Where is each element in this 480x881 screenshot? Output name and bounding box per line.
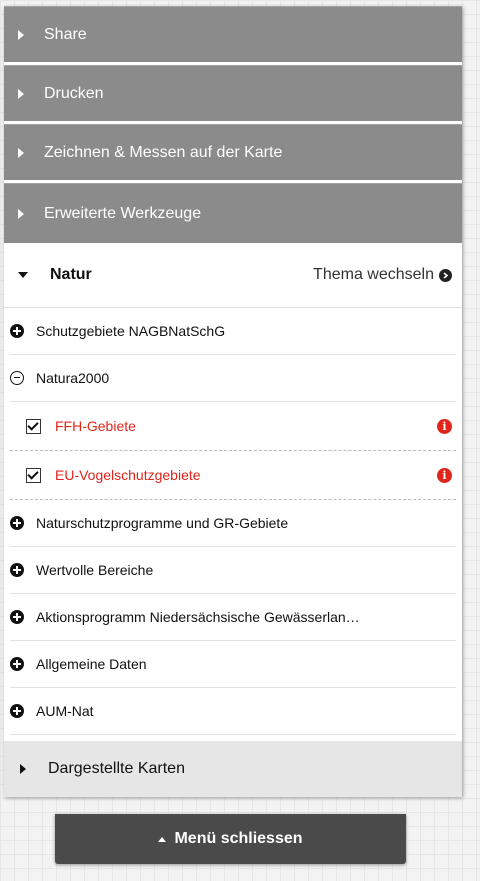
layer-group-aktionsprogramm[interactable]: Aktionsprogramm Niedersächsische Gewässe…	[10, 594, 456, 641]
layer-group-label: Schutzgebiete NAGBNatSchG	[36, 323, 226, 339]
layer-item-label: FFH-Gebiete	[55, 418, 136, 434]
layer-group-label: Allgemeine Daten	[36, 656, 147, 672]
layer-group-schutzgebiete[interactable]: Schutzgebiete NAGBNatSchG	[10, 308, 456, 355]
layer-group-label: AUM-Nat	[36, 703, 94, 719]
caret-right-icon	[20, 764, 26, 774]
menu-close-label: Menü schliessen	[174, 830, 303, 847]
plus-circle-icon[interactable]	[10, 516, 24, 530]
minus-circle-icon[interactable]	[10, 371, 24, 385]
layer-group-aum-nat[interactable]: AUM-Nat	[10, 688, 456, 735]
menu-panel: Share Drucken Zeichnen & Messen auf der …	[4, 6, 462, 797]
advanced-tools-section-header[interactable]: Erweiterte Werkzeuge	[4, 183, 462, 243]
advanced-tools-label: Erweiterte Werkzeuge	[44, 204, 202, 222]
caret-right-icon	[18, 147, 24, 158]
layer-item-ffh[interactable]: FFH-Gebiete i	[10, 402, 456, 451]
topic-title: Natur	[50, 266, 92, 283]
draw-measure-label: Zeichnen & Messen auf der Karte	[44, 143, 283, 161]
info-icon[interactable]: i	[437, 467, 452, 483]
chevron-right-circle-icon	[439, 268, 452, 282]
switch-topic-label: Thema wechseln	[313, 266, 434, 283]
layer-group-wertvolle-bereiche[interactable]: Wertvolle Bereiche	[10, 547, 456, 594]
displayed-maps-header[interactable]: Dargestellte Karten	[4, 741, 462, 797]
layer-group-label: Wertvolle Bereiche	[36, 562, 154, 578]
plus-circle-icon[interactable]	[10, 563, 24, 577]
layer-group-label: Naturschutzprogramme und GR-Gebiete	[36, 515, 289, 531]
layer-group-label: Natura2000	[36, 370, 110, 386]
caret-right-icon	[18, 208, 24, 219]
layer-group-naturschutzprogramme[interactable]: Naturschutzprogramme und GR-Gebiete	[10, 500, 456, 547]
layer-checkbox[interactable]	[26, 418, 41, 434]
plus-circle-icon[interactable]	[10, 657, 24, 671]
caret-up-icon	[158, 836, 167, 842]
layer-checkbox[interactable]	[26, 467, 41, 483]
menu-close-button[interactable]: Menü schliessen	[55, 814, 406, 864]
layer-group-label: Aktionsprogramm Niedersächsische Gewässe…	[36, 609, 360, 625]
draw-measure-section-header[interactable]: Zeichnen & Messen auf der Karte	[4, 124, 462, 180]
plus-circle-icon[interactable]	[10, 704, 24, 718]
layer-item-eu-vogelschutz[interactable]: EU-Vogelschutzgebiete i	[10, 451, 456, 500]
layer-tree: Schutzgebiete NAGBNatSchG Natura2000 FFH…	[4, 308, 462, 735]
print-label: Drucken	[44, 84, 104, 102]
switch-topic-link[interactable]: Thema wechseln	[313, 266, 452, 284]
plus-circle-icon[interactable]	[10, 324, 24, 338]
topic-header[interactable]: Natur Thema wechseln	[4, 243, 462, 308]
info-icon[interactable]: i	[437, 418, 452, 434]
share-label: Share	[44, 25, 87, 43]
caret-down-icon	[18, 272, 28, 278]
caret-right-icon	[18, 29, 24, 40]
layer-item-label: EU-Vogelschutzgebiete	[55, 467, 201, 483]
plus-circle-icon[interactable]	[10, 610, 24, 624]
layer-group-allgemeine-daten[interactable]: Allgemeine Daten	[10, 641, 456, 688]
layer-group-natura2000[interactable]: Natura2000	[10, 355, 456, 401]
caret-right-icon	[18, 88, 24, 99]
share-section-header[interactable]: Share	[4, 6, 462, 62]
print-section-header[interactable]: Drucken	[4, 65, 462, 121]
displayed-maps-label: Dargestellte Karten	[48, 760, 185, 777]
